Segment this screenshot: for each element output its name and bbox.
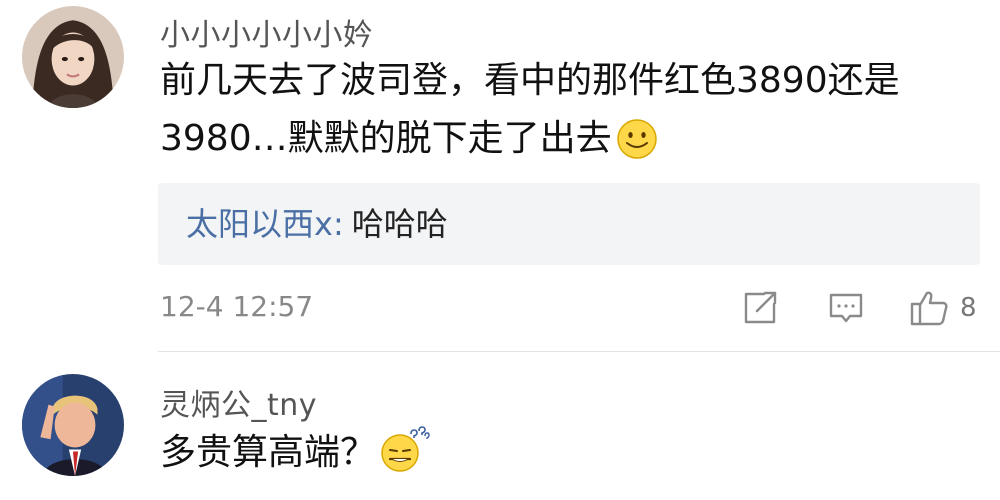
like-button[interactable]: 8	[910, 288, 977, 328]
comment-feed: 小小小小小小妗 前几天去了波司登，看中的那件红色3890还是3980…默默的脱下…	[0, 0, 1000, 500]
thinking-emoji-icon	[380, 426, 430, 492]
comment-username[interactable]: 灵炳公_tny	[160, 380, 317, 424]
comment-timestamp: 12-4 12:57	[160, 290, 314, 323]
like-count: 8	[960, 293, 977, 323]
reply-box[interactable]: 太阳以西x: 哈哈哈	[158, 183, 980, 265]
avatar[interactable]	[22, 6, 124, 108]
avatar[interactable]	[22, 374, 124, 476]
comment-text-content: 前几天去了波司登，看中的那件红色3890还是3980…默默的脱下走了出去	[160, 60, 900, 159]
reply-text: 哈哈哈	[351, 205, 448, 243]
share-button[interactable]	[742, 288, 778, 328]
reply-separator: :	[332, 205, 344, 243]
comment-icon	[828, 290, 864, 326]
comment-item: 灵炳公_tny 多贵算高端？	[0, 352, 1000, 500]
comment-username[interactable]: 小小小小小小妗	[160, 10, 374, 54]
reply-username[interactable]: 太阳以西x	[186, 205, 333, 243]
comment-text-content: 多贵算高端？	[160, 432, 377, 473]
smile-emoji-icon	[616, 118, 658, 178]
thumbs-up-icon	[910, 289, 950, 327]
reply-line: 太阳以西x: 哈哈哈	[186, 183, 448, 265]
comment-item: 小小小小小小妗 前几天去了波司登，看中的那件红色3890还是3980…默默的脱下…	[0, 0, 1000, 352]
share-icon	[742, 290, 778, 326]
comment-text: 多贵算高端？	[160, 424, 960, 492]
comment-button[interactable]	[828, 288, 864, 328]
comment-text: 前几天去了波司登，看中的那件红色3890还是3980…默默的脱下走了出去	[160, 52, 960, 178]
